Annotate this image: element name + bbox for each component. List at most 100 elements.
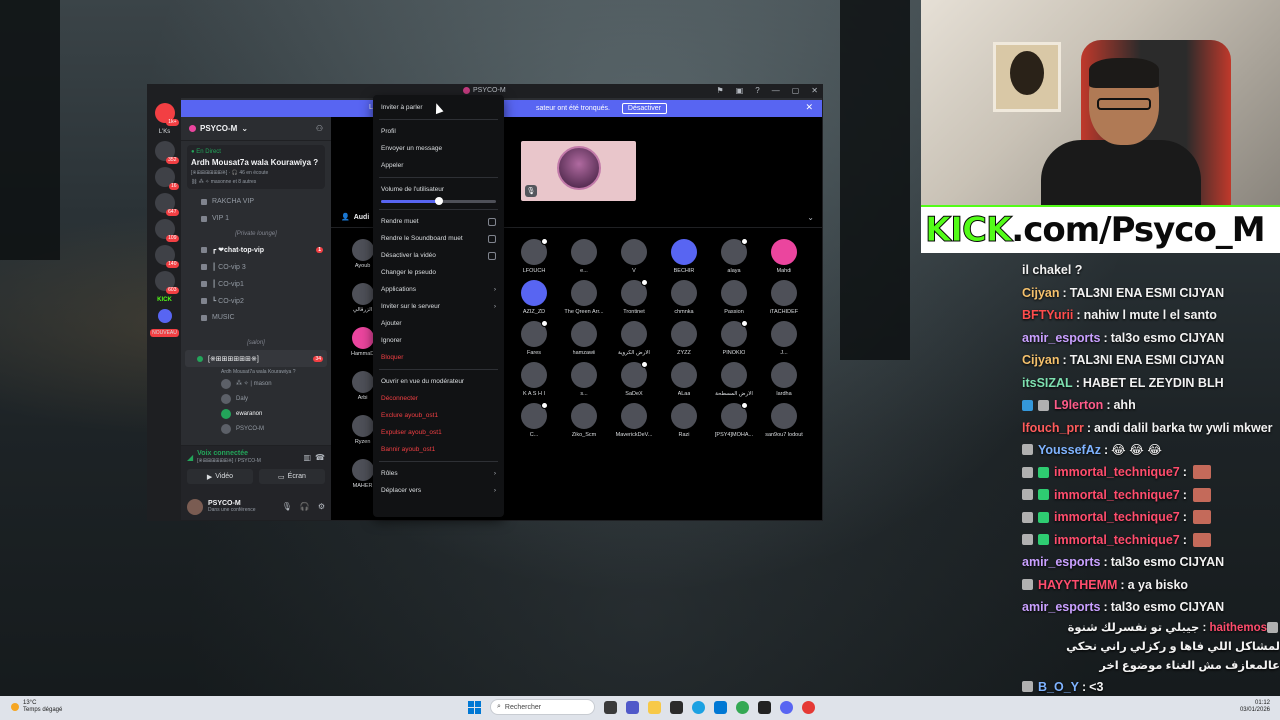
audience-member[interactable]: الزرقالي (351, 283, 374, 313)
screen-icon[interactable]: ▣ (736, 86, 744, 95)
slider-handle[interactable] (434, 197, 443, 205)
menu-item-exclure-ayoub-ost1[interactable]: Exclure ayoub_ost1 (379, 407, 498, 424)
menu-item-d-placer-vers[interactable]: Déplacer vers › (379, 482, 498, 499)
audience-member[interactable]: Razi (659, 403, 709, 438)
file-explorer-icon[interactable] (648, 700, 661, 714)
category-private-lounge[interactable]: [Private lounge] (181, 227, 331, 241)
audience-member[interactable]: [PSY4]MOHA... (709, 402, 759, 438)
audience-member[interactable]: e... (559, 239, 609, 274)
channel-chat-top-vip[interactable]: ┏ ❤chat-top-vip 1 (181, 241, 331, 258)
audience-member[interactable]: MAHER (351, 459, 374, 489)
audience-member[interactable]: LFOUCH (509, 238, 559, 274)
menu-item-ouvrir-en-vue-du-mod-rateur[interactable]: Ouvrir en vue du modérateur (379, 373, 498, 390)
teams-icon[interactable] (626, 700, 639, 714)
user-avatar[interactable] (187, 498, 203, 515)
audience-member[interactable]: iTACHIDEF (759, 280, 809, 315)
audience-member[interactable]: BECHIR (659, 239, 709, 274)
checkbox[interactable] (488, 217, 496, 226)
channel-music[interactable]: MUSIC (181, 309, 331, 326)
channel-co-vip1[interactable]: ┃ CO-vip1 (181, 275, 331, 292)
mail-icon[interactable] (714, 700, 727, 714)
channel-co-vip3[interactable]: ┃ CO-vip 3 (181, 258, 331, 275)
channel-co-vip2[interactable]: ┗ CO-vip2 (181, 292, 331, 309)
audience-member[interactable]: الأرض الكروية (609, 321, 659, 356)
menu-item-expulser-ayoub-ost1[interactable]: Expulser ayoub_ost1 (379, 424, 498, 441)
audience-member[interactable]: The Qreen Arr... (559, 280, 609, 315)
banner-disable-button[interactable]: Désactiver (621, 103, 667, 114)
audience-member[interactable]: SaDeX (609, 361, 659, 397)
voice-member[interactable]: ⁂ ✧ | mason (181, 376, 331, 391)
audience-member[interactable]: K A S H I (509, 362, 559, 397)
audience-member[interactable]: hamzawii (559, 321, 609, 356)
headphones-icon[interactable]: 🎧 (300, 502, 310, 511)
guild-lks[interactable]: L'Ks (159, 129, 170, 135)
menu-item-bannir-ayoub-ost1[interactable]: Bannir ayoub_ost1 (379, 441, 498, 458)
audience-member[interactable]: s... (559, 362, 609, 397)
menu-item-volume-de-l-utilisateur[interactable]: Volume de l'utilisateur (379, 181, 498, 198)
guild-new[interactable]: NOUVEAU (150, 329, 179, 337)
audience-member[interactable]: ZYZZ (659, 321, 709, 356)
minimize-button[interactable]: — (772, 86, 780, 95)
audience-member[interactable]: Ryzen (351, 415, 374, 445)
menu-item-rendre-le-soundboard-muet[interactable]: Rendre le Soundboard muet (379, 230, 498, 247)
audience-member[interactable]: الأرض المسطحة (709, 362, 759, 397)
category-salon[interactable]: [salon] (181, 336, 331, 350)
close-button[interactable]: ✕ (811, 86, 818, 95)
audience-member[interactable]: MaverickDeV... (609, 403, 659, 438)
audience-member[interactable]: AZIZ_ZD (509, 280, 559, 315)
add-member-icon[interactable]: ⚇ (316, 124, 323, 133)
menu-item-rendre-muet[interactable]: Rendre muet (379, 213, 498, 230)
audience-member[interactable]: Ziko_Scm (559, 403, 609, 438)
audience-member[interactable]: Fares (509, 320, 559, 356)
menu-item-d-connecter[interactable]: Déconnecter (379, 390, 498, 407)
menu-item-d-sactiver-la-vid-o[interactable]: Désactiver la vidéo (379, 247, 498, 264)
voice-member[interactable]: Daly (181, 391, 331, 406)
guild-item[interactable]: 109 (154, 219, 179, 242)
menu-item-changer-le-pseudo[interactable]: Changer le pseudo (379, 264, 498, 281)
audience-member[interactable]: J... (759, 321, 809, 356)
voice-member[interactable]: ewaranon (181, 406, 331, 421)
guild-item[interactable]: 16 (154, 167, 179, 190)
audience-member[interactable]: HammaD (351, 327, 374, 357)
obs-icon[interactable] (802, 700, 815, 714)
clock[interactable]: 01:12 03/01/2026 (1240, 700, 1270, 714)
channel-rakcha-vip[interactable]: RAKCHA VIP (181, 193, 331, 210)
guild-kick[interactable]: KICK (157, 297, 172, 303)
guild-item[interactable]: 647 (154, 193, 179, 216)
video-button[interactable]: ▶ Vidéo (187, 469, 253, 484)
audience-member[interactable]: Ayoub (351, 239, 374, 269)
audience-member[interactable]: ALaa (659, 362, 709, 397)
taskbar-search[interactable]: ⌕ Rechercher (490, 699, 595, 715)
disconnect-icon[interactable]: ☎ (315, 453, 325, 462)
channel-stage-active[interactable]: [※⊞⊞⊞⊞⊞⊞※] 34 (185, 350, 327, 367)
inbox-icon[interactable]: ⚑ (717, 86, 724, 95)
edge-icon[interactable] (692, 700, 705, 714)
menu-item-ajouter[interactable]: Ajouter (379, 315, 498, 332)
chrome-icon[interactable] (736, 700, 749, 714)
microphone-icon[interactable]: 🎙 (282, 502, 292, 511)
audience-member[interactable]: C... (509, 402, 559, 438)
audience-member[interactable]: san9ou7 lodout (759, 403, 809, 438)
audience-member[interactable]: alaya (709, 238, 759, 274)
channel-vip1[interactable]: VIP 1 (181, 210, 331, 227)
help-icon[interactable]: ? (755, 86, 759, 95)
discord-icon[interactable] (780, 700, 793, 714)
menu-item-bloquer[interactable]: Bloquer (379, 349, 498, 366)
user-volume-slider[interactable] (381, 197, 496, 205)
server-header[interactable]: PSYCO-M ⌄ ⚇ (181, 117, 331, 141)
store-icon[interactable] (670, 700, 683, 714)
speaker-tile[interactable]: 🎙 (521, 141, 636, 201)
weather-widget[interactable]: 13°C Temps dégagé (11, 700, 62, 714)
audience-member[interactable]: Arbi (351, 371, 374, 401)
guild-item[interactable]: 352 (154, 141, 179, 164)
noise-suppression-icon[interactable]: ▥ (303, 453, 311, 462)
guild-item[interactable] (157, 309, 172, 323)
live-event-card[interactable]: ● En Direct Ardh Mousat7a wala Kourawiya… (187, 145, 325, 189)
screen-share-button[interactable]: ▭ Écran (259, 469, 325, 484)
maximize-button[interactable]: ▢ (792, 86, 800, 95)
guild-item[interactable]: 140 (154, 245, 179, 268)
audience-member[interactable]: Passion (709, 280, 759, 315)
audience-member[interactable]: Trontinet (609, 279, 659, 315)
menu-item-inviter-sur-le-serveur[interactable]: Inviter sur le serveur › (379, 298, 498, 315)
chevron-down-icon[interactable]: ⌄ (807, 213, 814, 222)
